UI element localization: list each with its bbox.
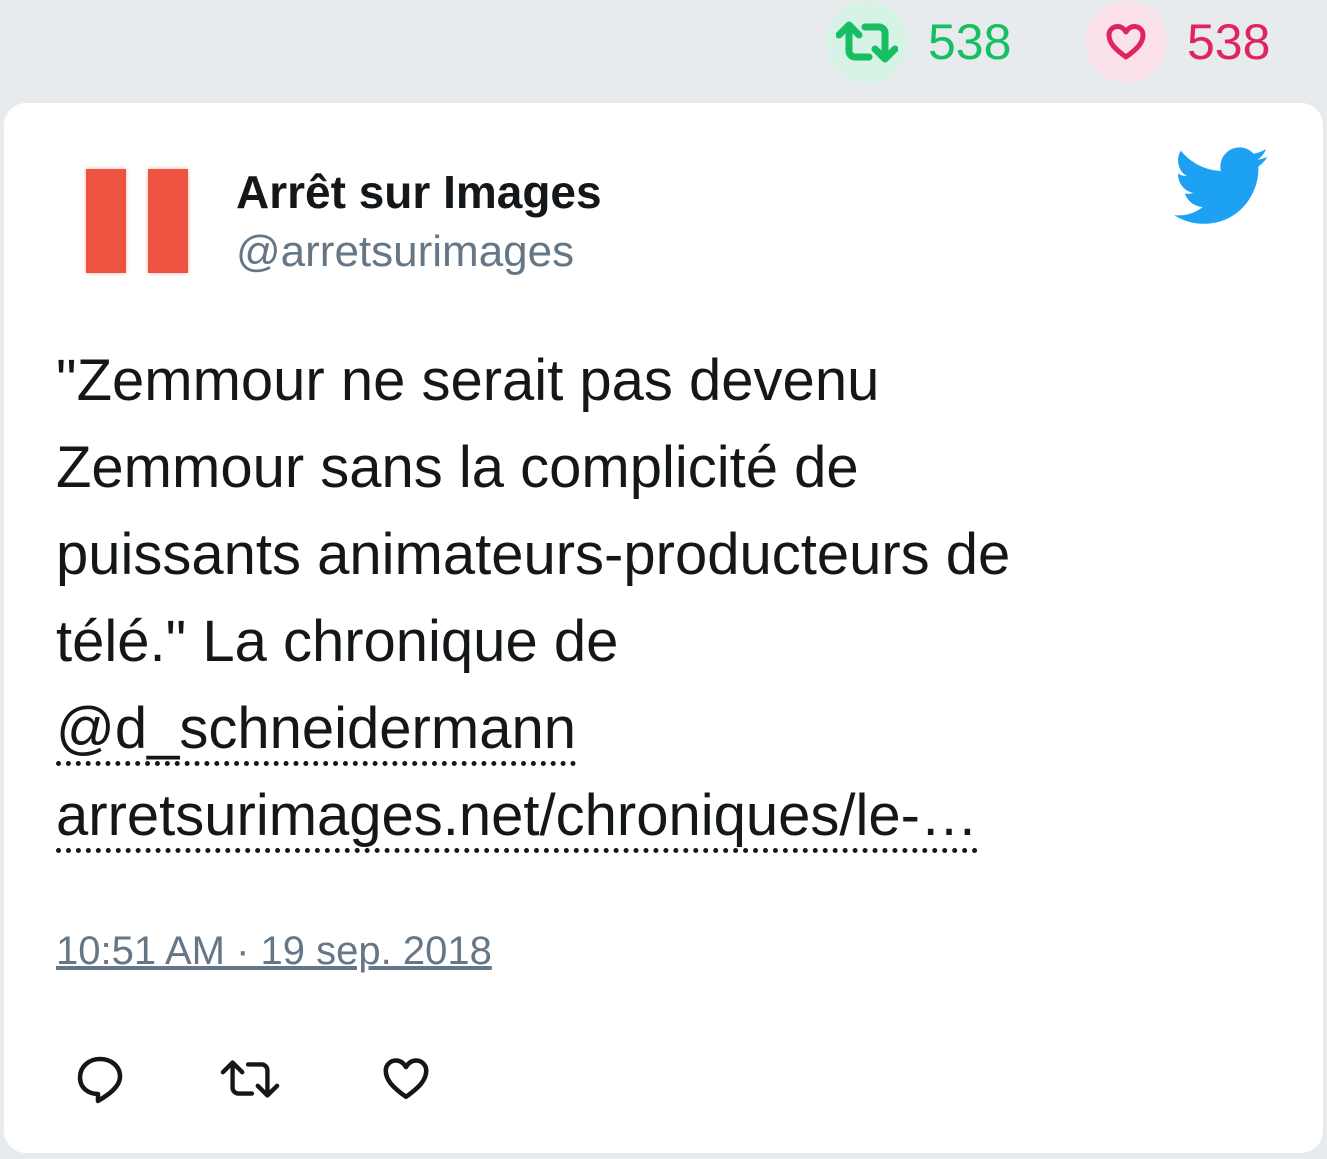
reply-icon <box>77 1056 123 1104</box>
url-line: arretsurimages.net/chroniques/le-… <box>56 772 1286 859</box>
article-link[interactable]: arretsurimages.net/chroniques/le-… <box>56 783 978 853</box>
author-name[interactable]: Arrêt sur Images <box>236 165 602 219</box>
heart-icon <box>1106 24 1146 60</box>
tweet-card: Arrêt sur Images @arretsurimages "Zemmou… <box>4 103 1323 1153</box>
avatar-logo-bar-right <box>148 169 188 273</box>
tweet-text-line: puissants animateurs-producteurs de <box>56 522 1011 587</box>
tweet-text: "Zemmour ne serait pas devenu Zemmour sa… <box>56 337 1286 859</box>
like-count: 538 <box>1187 14 1271 70</box>
retweet-button[interactable] <box>220 1049 280 1109</box>
mention-line: @d_schneidermann <box>56 685 1286 772</box>
retweet-icon <box>836 21 898 63</box>
engagement-stats-bar: 538 538 <box>0 0 1327 100</box>
retweet-stat[interactable]: 538 <box>826 0 1011 84</box>
tweet-text-line: "Zemmour ne serait pas devenu <box>56 348 880 413</box>
avatar-logo-bar-left <box>86 169 126 273</box>
tweet-timestamp[interactable]: 10:51 AM · 19 sep. 2018 <box>56 929 492 974</box>
like-stat-icon-wrap[interactable] <box>1085 1 1167 83</box>
author-handle[interactable]: @arretsurimages <box>236 227 574 277</box>
mention-link[interactable]: @d_schneidermann <box>56 696 576 766</box>
tweet-text-line: Zemmour sans la complicité de <box>56 435 859 500</box>
retweet-icon <box>220 1060 280 1098</box>
like-button[interactable] <box>376 1049 436 1109</box>
avatar[interactable] <box>66 147 214 295</box>
heart-icon <box>383 1058 429 1100</box>
twitter-bird-icon[interactable] <box>1174 147 1270 227</box>
retweet-count: 538 <box>928 14 1012 70</box>
retweet-stat-icon-wrap[interactable] <box>826 1 908 83</box>
tweet-text-line: télé." La chronique de <box>56 609 619 674</box>
reply-button[interactable] <box>70 1049 130 1109</box>
like-stat[interactable]: 538 <box>1085 0 1270 84</box>
